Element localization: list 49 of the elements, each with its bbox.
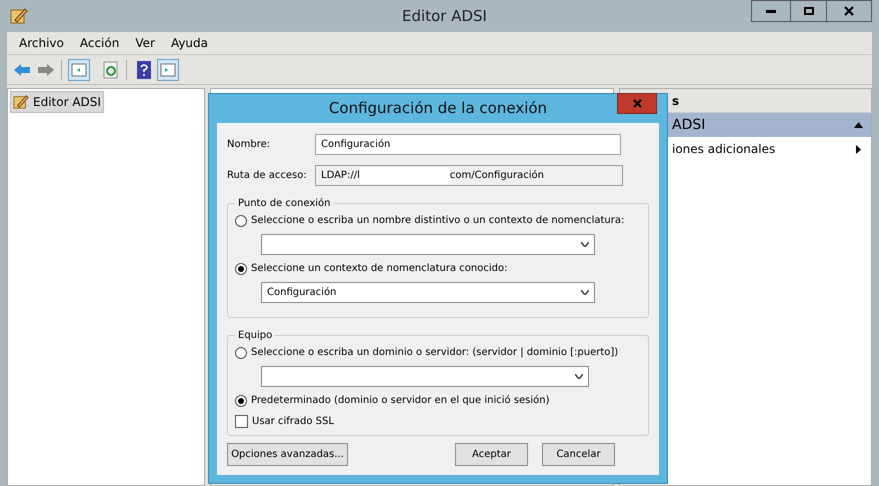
app-icon — [10, 7, 28, 25]
checkbox-label: Usar cifrado SSL — [252, 415, 334, 429]
chevron-down-icon — [581, 242, 589, 247]
radio-button[interactable] — [235, 346, 247, 358]
action-link[interactable]: iones adicionales — [672, 140, 776, 158]
checkbox[interactable] — [235, 415, 248, 428]
help-icon[interactable] — [137, 60, 151, 78]
forward-arrow-icon[interactable] — [37, 62, 55, 76]
field-label: Nombre: — [227, 138, 272, 152]
dialog-button[interactable]: Opciones avanzadas... — [227, 443, 348, 466]
dialog-button[interactable]: Aceptar — [455, 443, 528, 466]
field-label: Ruta de acceso: — [227, 169, 308, 183]
option-label: Seleccione un contexto de nomenclatura conocido: — [251, 262, 508, 276]
close-icon — [844, 6, 854, 16]
menu-item[interactable]: Archivo — [19, 34, 64, 52]
minimize-button[interactable] — [751, 0, 791, 22]
collapse-arrow-icon — [854, 122, 863, 128]
dropdown[interactable]: Configuración — [261, 282, 595, 303]
option-label: Seleccione o escriba un dominio o servidor: (servidor | dominio [:puerto]) — [251, 346, 618, 360]
group-title: Punto de conexión — [237, 197, 332, 211]
back-arrow-icon[interactable] — [13, 62, 31, 76]
group-title: Equipo — [237, 329, 274, 343]
refresh-icon[interactable] — [102, 60, 120, 78]
menu-item[interactable]: Acción — [80, 34, 120, 52]
close-icon — [632, 99, 642, 108]
dropdown[interactable] — [261, 366, 589, 387]
pane-header: s — [672, 92, 680, 110]
menu-item[interactable]: Ayuda — [170, 34, 208, 52]
dialog-button[interactable]: Cancelar — [542, 443, 615, 466]
editor-icon — [13, 94, 29, 110]
action-pane-icon[interactable] — [157, 58, 179, 80]
chevron-down-icon — [581, 290, 589, 295]
path-field: LDAP://l com/Configuración — [315, 165, 623, 186]
maximize-button[interactable] — [791, 0, 827, 22]
chevron-down-icon — [575, 374, 583, 379]
dialog-title: Configuración de la conexión — [328, 98, 548, 120]
name-field[interactable]: Configuración — [315, 134, 621, 155]
tree-item[interactable]: Editor ADSI — [10, 91, 104, 113]
option-label: Seleccione o escriba un nombre distintivo o un contexto de nomenclatura: — [251, 214, 624, 228]
close-button[interactable] — [827, 0, 872, 22]
option-label: Predeterminado (dominio o servidor en el que inició sesión) — [251, 394, 550, 408]
radio-button[interactable] — [235, 394, 247, 406]
console-tree-icon[interactable] — [68, 58, 90, 80]
dropdown[interactable] — [261, 234, 595, 255]
menu-item[interactable]: Ver — [135, 34, 155, 52]
radio-button[interactable] — [235, 262, 247, 274]
window-title: Editor ADSI — [401, 6, 488, 27]
radio-button[interactable] — [235, 214, 247, 226]
submenu-arrow-icon — [856, 144, 861, 154]
